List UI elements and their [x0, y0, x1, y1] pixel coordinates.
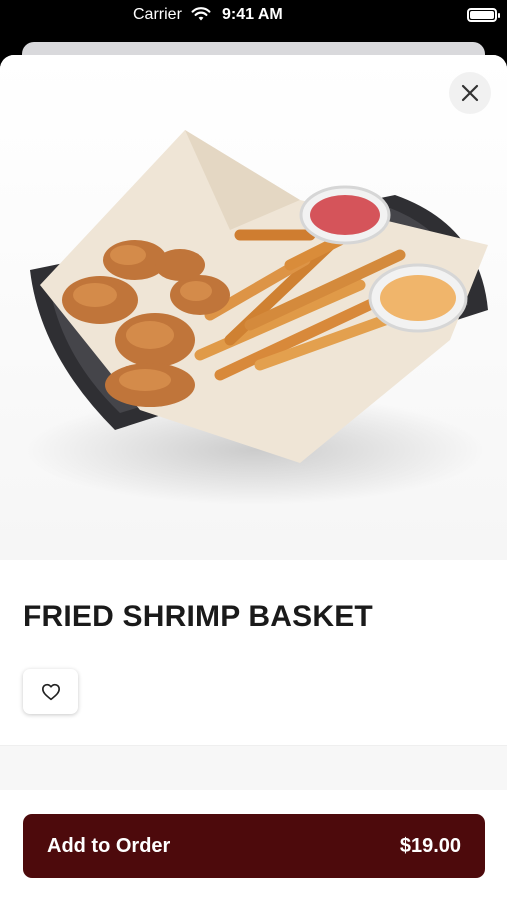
- shrimp-basket-illustration: [25, 130, 488, 505]
- close-icon: [461, 84, 479, 102]
- price-label: $19.00: [399, 834, 461, 857]
- wifi-icon: [191, 7, 211, 21]
- item-detail-sheet: FRIED SHRIMP BASKET Add to Order $19.00: [0, 55, 507, 900]
- item-title: FRIED SHRIMP BASKET: [23, 600, 373, 633]
- section-divider: [0, 745, 507, 790]
- heart-icon: [41, 683, 60, 700]
- carrier-label: Carrier: [133, 6, 182, 23]
- add-to-order-label: Add to Order: [47, 834, 171, 857]
- add-to-order-button[interactable]: Add to Order $19.00: [23, 814, 485, 878]
- favorite-button[interactable]: [23, 669, 78, 714]
- food-image: [0, 55, 507, 560]
- clock: 9:41 AM: [222, 6, 283, 23]
- battery-icon: [467, 8, 500, 22]
- status-bar: Carrier 9:41 AM: [0, 0, 507, 40]
- close-button[interactable]: [449, 72, 491, 114]
